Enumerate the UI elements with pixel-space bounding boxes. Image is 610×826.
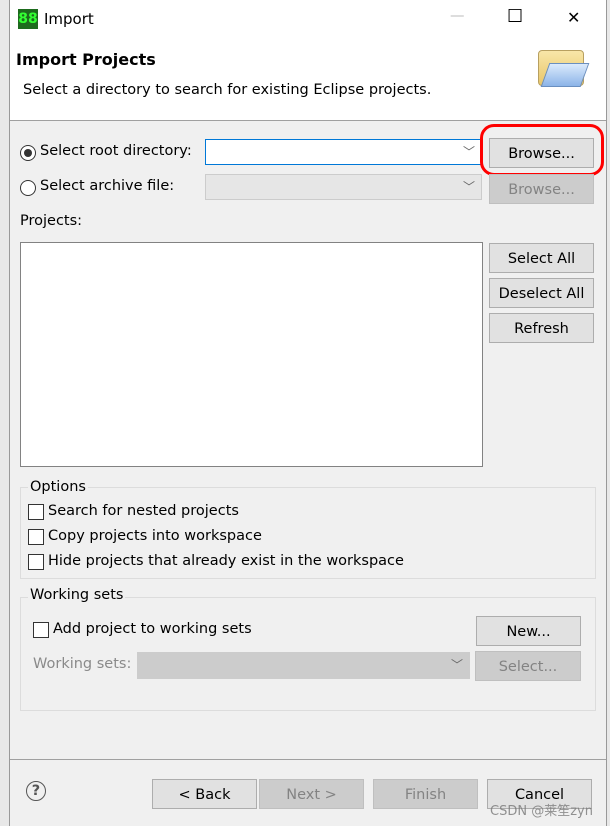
new-working-set-button[interactable]: New... — [476, 616, 581, 646]
select-working-set-button[interactable]: Select... — [475, 651, 581, 681]
hide-existing-label: Hide projects that already exist in the … — [48, 553, 404, 569]
window-title: Import — [44, 10, 94, 28]
archive-file-combo[interactable]: ﹀ — [205, 174, 482, 200]
archive-file-radio[interactable] — [20, 180, 36, 196]
chevron-down-icon: ﹀ — [462, 145, 475, 159]
working-sets-title: Working sets — [28, 587, 126, 603]
root-directory-label: Select root directory: — [40, 143, 192, 159]
watermark: CSDN @莱笙zyn — [490, 804, 593, 819]
page-title: Import Projects — [16, 50, 156, 69]
archive-file-label: Select archive file: — [40, 178, 175, 194]
nested-projects-checkbox[interactable] — [28, 504, 44, 520]
finish-button[interactable]: Finish — [373, 779, 478, 809]
projects-list[interactable] — [20, 242, 483, 467]
hide-existing-checkbox[interactable] — [28, 554, 44, 570]
refresh-button[interactable]: Refresh — [489, 313, 594, 343]
page-description: Select a directory to search for existin… — [23, 82, 432, 98]
maximize-button[interactable]: ☐ — [507, 6, 523, 27]
minimize-button[interactable]: — — [450, 8, 465, 24]
footer-separator — [10, 759, 606, 760]
next-button[interactable]: Next > — [259, 779, 364, 809]
working-sets-combo[interactable]: ﹀ — [137, 652, 470, 679]
root-directory-radio[interactable] — [20, 145, 36, 161]
deselect-all-button[interactable]: Deselect All — [489, 278, 594, 308]
folder-icon — [538, 50, 590, 87]
browse-archive-button[interactable]: Browse... — [489, 174, 594, 204]
add-to-working-sets-checkbox[interactable] — [33, 622, 49, 638]
close-button[interactable]: ✕ — [567, 8, 580, 27]
working-sets-label: Working sets: — [33, 656, 132, 672]
title-bar: 88 Import — ☐ ✕ — [10, 0, 606, 38]
projects-label: Projects: — [20, 213, 83, 229]
chevron-down-icon: ﹀ — [462, 180, 475, 194]
red-annotation-circle — [480, 124, 604, 176]
chevron-down-icon: ﹀ — [450, 658, 463, 672]
back-button[interactable]: < Back — [152, 779, 257, 809]
eclipse-app-icon: 88 — [18, 9, 38, 29]
wizard-header: Import Projects Select a directory to se… — [10, 38, 606, 121]
help-icon[interactable]: ? — [26, 781, 46, 801]
options-title: Options — [28, 479, 88, 495]
root-directory-combo[interactable]: ﹀ — [205, 139, 482, 165]
select-all-button[interactable]: Select All — [489, 243, 594, 273]
nested-projects-label: Search for nested projects — [48, 503, 239, 519]
add-to-working-sets-label: Add project to working sets — [53, 621, 252, 637]
import-dialog: 88 Import — ☐ ✕ Import Projects Select a… — [9, 0, 607, 826]
copy-projects-label: Copy projects into workspace — [48, 528, 262, 544]
copy-projects-checkbox[interactable] — [28, 529, 44, 545]
